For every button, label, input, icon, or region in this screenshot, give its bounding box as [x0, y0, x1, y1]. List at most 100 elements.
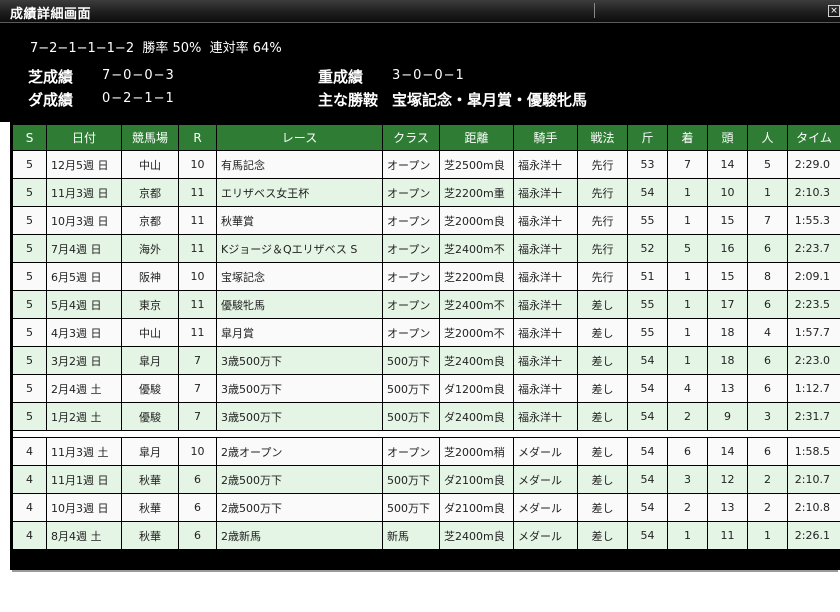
- table-row[interactable]: 5 10月3週 日京都 11 秋華賞 オープン 芝2000m良 福永洋十 先行 55 1 15 7 1:…: [12, 206, 840, 235]
- cell-popularity: 5: [747, 150, 788, 179]
- table-row[interactable]: 5 6月5週 日阪神 10 宝塚記念 オープン 芝2200m良 福永洋十 先行 51 1 15 8 2:…: [12, 262, 840, 291]
- cell-season: 4: [12, 521, 47, 550]
- cell-date: 11月3週 日: [46, 178, 122, 207]
- cell-season: 5: [12, 206, 47, 235]
- cell-date: 10月3週 日: [46, 206, 122, 235]
- cell-time: 2:29.0: [787, 150, 840, 179]
- cell-date: 2月4週 土: [46, 374, 122, 403]
- cell-race-name: 2歳新馬: [216, 521, 383, 550]
- col-header-season[interactable]: S: [12, 124, 47, 151]
- cell-weight: 54: [627, 402, 668, 431]
- cell-track: 秋華: [121, 465, 179, 494]
- cell-date: 11月3週 土: [46, 437, 122, 466]
- cell-class: オープン: [382, 178, 440, 207]
- cell-field-size: 15: [707, 262, 748, 291]
- record-summary: 7−2−1−1−1−2 勝率 50% 連対率 64%: [30, 37, 282, 56]
- cell-finish: 7: [667, 150, 708, 179]
- cell-track: 秋華: [121, 493, 179, 522]
- cell-field-size: 14: [707, 437, 748, 466]
- cell-time: 2:23.7: [787, 234, 840, 263]
- col-header-field-size[interactable]: 頭: [707, 124, 748, 151]
- table-row[interactable]: 4 11月3週 土皐月 10 2歳オープン オープン 芝2000m稍 メダール 差し 54 6 14…: [12, 437, 840, 466]
- col-header-distance[interactable]: 距離: [439, 124, 514, 151]
- cell-race-num: 6: [178, 465, 217, 494]
- cell-tactic: 差し: [577, 465, 628, 494]
- cell-jockey: メダール: [513, 465, 578, 494]
- table-row[interactable]: 4 8月4週 土秋華 6 2歳新馬 新馬 芝2400m良 メダール 差し 54 1 11 1 2:26.…: [12, 521, 840, 550]
- cell-track: 東京: [121, 290, 179, 319]
- cell-season: 5: [12, 234, 47, 263]
- cell-weight: 52: [627, 234, 668, 263]
- group-separator: [12, 430, 840, 438]
- col-header-jockey[interactable]: 騎手: [513, 124, 578, 151]
- table-row[interactable]: 5 5月4週 日東京 11 優駿牝馬 オープン 芝2400m不 福永洋十 差し 55 1 17 6 2:…: [12, 290, 840, 319]
- col-header-race-name[interactable]: レース: [216, 124, 383, 151]
- col-header-time[interactable]: タイム: [787, 124, 840, 151]
- table-row[interactable]: 5 2月4週 土優駿 7 3歳500万下 500万下 ダ1200m良 福永洋十 差し 54 4 13…: [12, 374, 840, 403]
- cell-race-num: 11: [178, 178, 217, 207]
- table-row[interactable]: 4 11月1週 日秋華 6 2歳500万下 500万下 ダ2100m良 メダール 差し 54 3 1…: [12, 465, 840, 494]
- cell-race-num: 10: [178, 262, 217, 291]
- cell-class: オープン: [382, 206, 440, 235]
- col-header-finish[interactable]: 着: [667, 124, 708, 151]
- cell-race-name: 宝塚記念: [216, 262, 383, 291]
- cell-time: 1:57.7: [787, 318, 840, 347]
- cell-class: 500万下: [382, 493, 440, 522]
- cell-time: 1:12.7: [787, 374, 840, 403]
- table-row[interactable]: 4 10月3週 日秋華 6 2歳500万下 500万下 ダ2100m良 メダール 差し 54 2 1…: [12, 493, 840, 522]
- cell-jockey: 福永洋十: [513, 374, 578, 403]
- cell-date: 3月2週 日: [46, 346, 122, 375]
- group-separator-cell: [12, 430, 840, 438]
- cell-race-num: 7: [178, 402, 217, 431]
- col-header-class[interactable]: クラス: [382, 124, 440, 151]
- cell-race-name: 皐月賞: [216, 318, 383, 347]
- cell-distance: 芝2500m良: [439, 150, 514, 179]
- window-titlebar[interactable]: 成績詳細画面 ×: [0, 0, 840, 23]
- cell-track: 秋華: [121, 521, 179, 550]
- cell-date: 10月3週 日: [46, 493, 122, 522]
- cell-track: 中山: [121, 318, 179, 347]
- table-shadow: [12, 570, 838, 572]
- col-header-weight[interactable]: 斤: [627, 124, 668, 151]
- cell-jockey: 福永洋十: [513, 402, 578, 431]
- table-row[interactable]: 5 1月2週 土優駿 7 3歳500万下 500万下 ダ2400m良 福永洋十 差し 54 2 9 3…: [12, 402, 840, 431]
- cell-distance: 芝2200m重: [439, 178, 514, 207]
- cell-class: オープン: [382, 150, 440, 179]
- heavy-record-value: 3−0−0−1: [392, 68, 465, 83]
- cell-race-num: 11: [178, 290, 217, 319]
- cell-track: 優駿: [121, 402, 179, 431]
- close-icon[interactable]: ×: [828, 5, 840, 17]
- col-header-race-num[interactable]: R: [178, 124, 217, 151]
- window-title: 成績詳細画面: [10, 7, 92, 22]
- cell-class: オープン: [382, 262, 440, 291]
- cell-track: 京都: [121, 206, 179, 235]
- cell-weight: 55: [627, 290, 668, 319]
- table-row[interactable]: 5 7月4週 日海外 11 Kジョージ＆Qエリザベス S オープン 芝2400m不 福永洋十…: [12, 234, 840, 263]
- cell-distance: ダ1200m良: [439, 374, 514, 403]
- table-row[interactable]: 5 3月2週 日皐月 7 3歳500万下 500万下 芝2400m良 福永洋十 差し 54 1 18…: [12, 346, 840, 375]
- cell-time: 2:10.3: [787, 178, 840, 207]
- col-header-tactic[interactable]: 戦法: [577, 124, 628, 151]
- cell-tactic: 先行: [577, 234, 628, 263]
- cell-jockey: 福永洋十: [513, 206, 578, 235]
- cell-finish: 2: [667, 402, 708, 431]
- cell-race-num: 11: [178, 206, 217, 235]
- cell-field-size: 16: [707, 234, 748, 263]
- cell-weight: 55: [627, 206, 668, 235]
- cell-finish: 2: [667, 493, 708, 522]
- table-row[interactable]: 5 11月3週 日京都 11 エリザベス女王杯 オープン 芝2200m重 福永洋十 先行 54 1…: [12, 178, 840, 207]
- col-header-popularity[interactable]: 人: [747, 124, 788, 151]
- cell-time: 2:10.8: [787, 493, 840, 522]
- col-header-date[interactable]: 日付: [46, 124, 122, 151]
- table-row[interactable]: 5 4月3週 日中山 11 皐月賞 オープン 芝2000m不 福永洋十 差し 55 1 18 4 1:5…: [12, 318, 840, 347]
- cell-distance: 芝2200m良: [439, 262, 514, 291]
- table-row[interactable]: 5 12月5週 日中山 10 有馬記念 オープン 芝2500m良 福永洋十 先行 53 7 14 5 2…: [12, 150, 840, 179]
- cell-distance: 芝2400m不: [439, 290, 514, 319]
- cell-weight: 54: [627, 465, 668, 494]
- cell-class: オープン: [382, 234, 440, 263]
- cell-season: 5: [12, 290, 47, 319]
- col-header-track[interactable]: 競馬場: [121, 124, 179, 151]
- cell-race-name: 有馬記念: [216, 150, 383, 179]
- cell-field-size: 18: [707, 346, 748, 375]
- cell-race-num: 6: [178, 493, 217, 522]
